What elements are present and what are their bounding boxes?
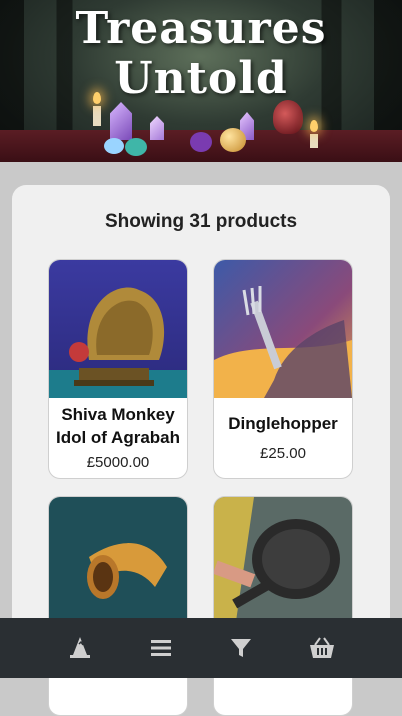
menu-icon <box>150 640 171 656</box>
product-name[interactable]: Shiva Monkey Idol of Agrabah <box>53 403 183 449</box>
product-price: £25.00 <box>260 445 306 462</box>
product-card[interactable] <box>213 496 353 716</box>
product-image[interactable] <box>49 260 187 398</box>
gem-decoration <box>220 128 246 152</box>
wizard-hat-icon <box>70 637 91 658</box>
site-title[interactable]: Treasures Untold <box>0 4 402 104</box>
flame-decoration <box>310 120 318 132</box>
candle-decoration <box>93 106 101 126</box>
filter-button[interactable] <box>221 628 261 668</box>
product-card[interactable]: Dinglehopper £25.00 <box>213 259 353 479</box>
gem-decoration <box>125 138 147 156</box>
basket-button[interactable] <box>302 628 342 668</box>
gem-decoration <box>104 138 124 154</box>
gem-decoration <box>190 132 212 152</box>
potion-decoration <box>273 100 303 134</box>
product-card[interactable] <box>48 496 188 716</box>
product-image[interactable] <box>49 497 187 635</box>
hero-banner: Treasures Untold <box>0 0 402 162</box>
product-name[interactable]: Dinglehopper <box>218 412 348 435</box>
product-card[interactable]: Shiva Monkey Idol of Agrabah £5000.00 <box>48 259 188 479</box>
products-panel: Showing 31 products Shiva Monkey Idol of… <box>12 185 390 716</box>
basket-icon <box>309 637 334 658</box>
product-image[interactable] <box>214 497 352 635</box>
product-image[interactable] <box>214 260 352 398</box>
menu-button[interactable] <box>141 628 181 668</box>
candle-decoration <box>310 134 318 148</box>
product-count: Showing 31 products <box>104 211 298 232</box>
product-price: £5000.00 <box>86 454 150 471</box>
filter-icon <box>231 639 252 657</box>
home-button[interactable] <box>60 628 100 668</box>
bottom-navigation <box>0 618 402 678</box>
